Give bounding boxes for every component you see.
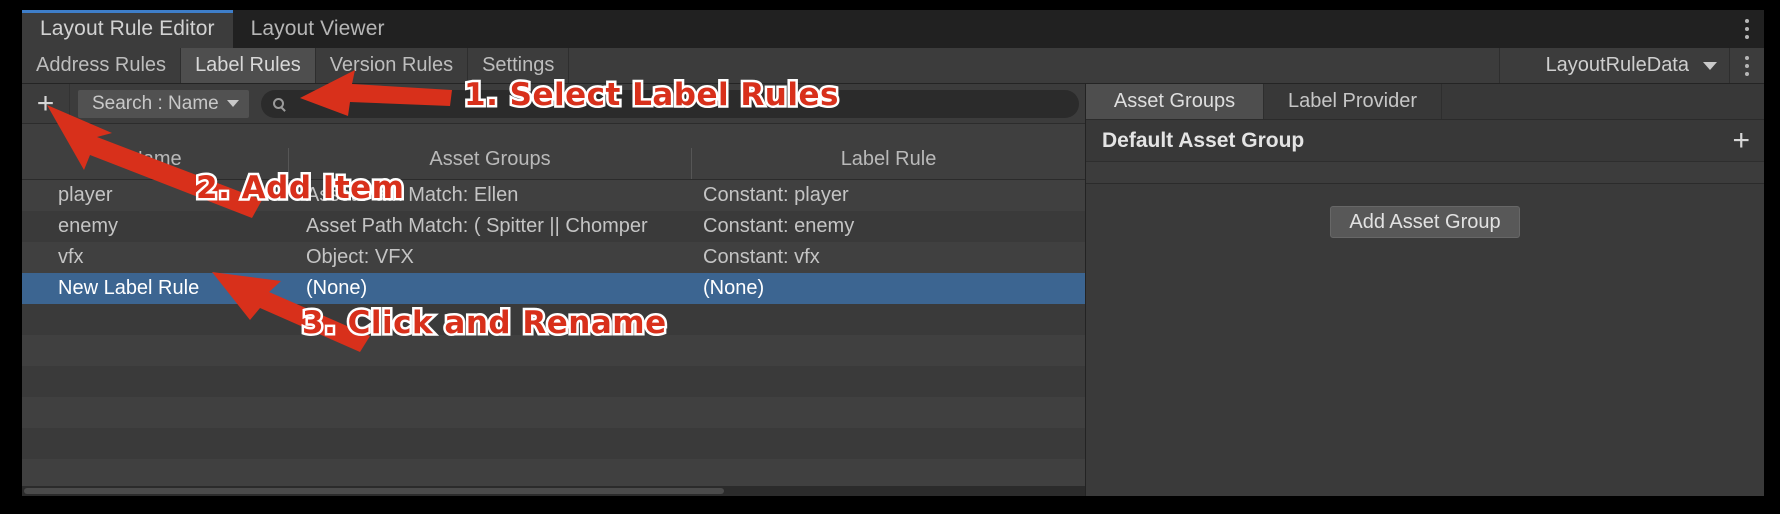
annotation-step-1: 1. Select Label Rules: [462, 75, 841, 116]
annotation-arrows: [47, 70, 452, 352]
annotation-step-3: 3. Click and Rename: [300, 303, 669, 344]
screenshot-root: Layout Rule Editor Layout Viewer Address…: [0, 0, 1780, 514]
arrow-step-1: [300, 70, 452, 116]
annotation-step-2: 2. Add Item: [193, 168, 406, 209]
